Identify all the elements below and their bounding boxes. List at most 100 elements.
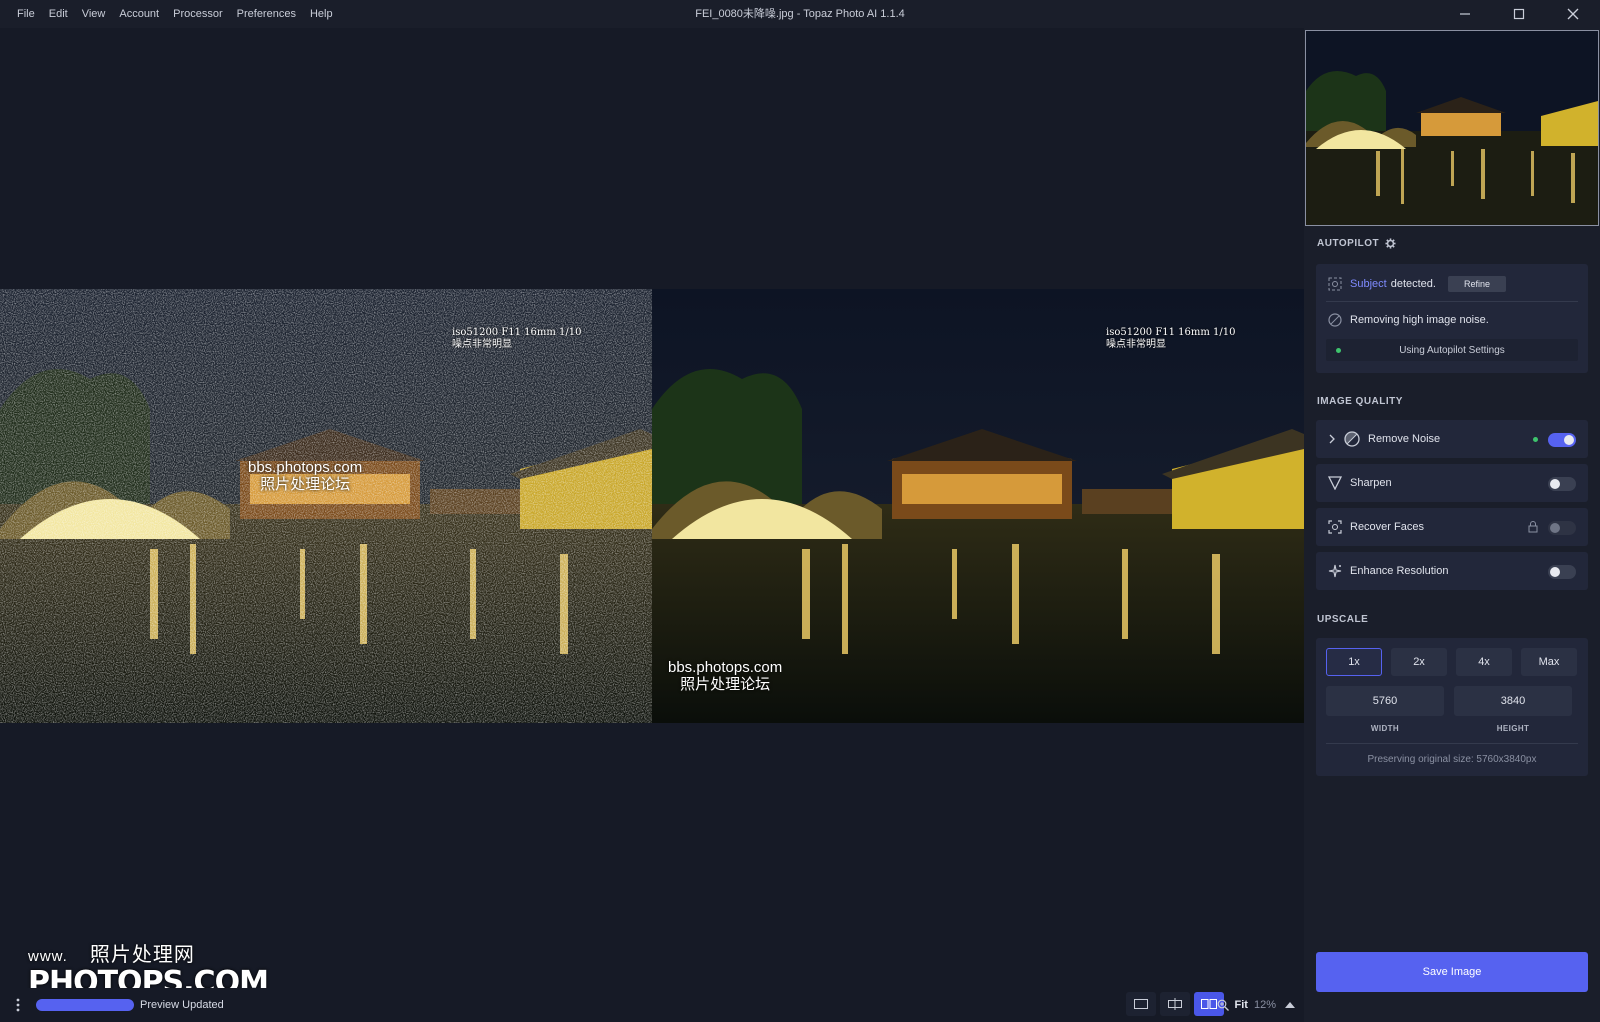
expand-button[interactable] [1280, 992, 1300, 1018]
enhance-resolution-row[interactable]: Enhance Resolution [1316, 552, 1588, 590]
preserve-size-note: Preserving original size: 5760x3840px [1367, 754, 1537, 765]
menu-edit[interactable]: Edit [42, 8, 75, 20]
maximize-button[interactable] [1492, 0, 1546, 28]
more-icon [16, 998, 20, 1012]
close-icon [1567, 8, 1579, 20]
autopilot-settings-indicator[interactable]: Using Autopilot Settings [1326, 339, 1578, 361]
brand-cn: 照片处理网 [89, 944, 195, 966]
menu-help[interactable]: Help [303, 8, 340, 20]
chevron-right-icon[interactable] [1328, 434, 1336, 444]
lock-icon [1528, 521, 1538, 533]
noise-status-row: Removing high image noise. [1328, 310, 1489, 330]
autopilot-settings-label: Using Autopilot Settings [1399, 344, 1505, 356]
scale-options: 1x 2x 4x Max [1326, 648, 1577, 676]
side-by-side-icon [1201, 999, 1217, 1009]
subject-link[interactable]: Subject [1350, 278, 1387, 290]
zoom-fit-label: Fit [1234, 999, 1248, 1011]
noise-status-text: Removing high image noise. [1350, 314, 1489, 326]
close-button[interactable] [1546, 0, 1600, 28]
upscale-title: UPSCALE [1317, 614, 1369, 625]
watermark-url: bbs.photops.com [248, 459, 363, 476]
menu-file[interactable]: File [10, 8, 42, 20]
preview-status: Preview Updated [140, 999, 224, 1011]
navigator-thumbnail[interactable] [1305, 30, 1599, 226]
brand-prefix: www. [28, 948, 68, 965]
exif-line-2: 噪点非常明显 [1106, 339, 1166, 350]
watermark-right: bbs.photops.com 照片处理论坛 [668, 659, 782, 693]
zoom-percent: 12% [1253, 999, 1276, 1011]
autopilot-card: Subject detected. Refine Removing high i… [1316, 264, 1588, 373]
original-photo [0, 289, 652, 723]
title-bar: File Edit View Account Processor Prefere… [0, 0, 1600, 28]
autopilot-title: AUTOPILOT [1317, 238, 1380, 249]
exif-line-1: iso51200 F11 16mm 1/10 [452, 327, 582, 338]
exif-overlay-right: iso51200 F11 16mm 1/10 噪点非常明显 [1106, 327, 1236, 351]
minimize-button[interactable] [1438, 0, 1492, 28]
maximize-icon [1513, 8, 1525, 20]
scale-max-button[interactable]: Max [1521, 648, 1577, 676]
scale-1x-button[interactable]: 1x [1326, 648, 1382, 676]
status-dot [1336, 348, 1341, 353]
processed-photo [652, 289, 1304, 723]
menu-preferences[interactable]: Preferences [230, 8, 303, 20]
upscale-card: 1x 2x 4x Max 5760 3840 WIDTH HEIGHT Pres… [1316, 638, 1588, 776]
active-dot [1533, 437, 1538, 442]
sharpen-icon [1328, 476, 1342, 490]
preview-canvas[interactable]: iso51200 F11 16mm 1/10 噪点非常明显 bbs.photop… [0, 28, 1304, 982]
refine-button[interactable]: Refine [1447, 276, 1506, 292]
window-controls [1438, 0, 1600, 28]
width-label: WIDTH [1370, 724, 1400, 733]
watermark-url: bbs.photops.com [668, 659, 783, 676]
enhance-icon [1328, 564, 1342, 578]
sharpen-label: Sharpen [1350, 477, 1392, 489]
thumbnail-photo [1306, 31, 1598, 225]
menu-account[interactable]: Account [112, 8, 166, 20]
minimize-icon [1460, 13, 1470, 15]
remove-noise-toggle[interactable] [1548, 433, 1576, 447]
scale-2x-button[interactable]: 2x [1391, 648, 1447, 676]
settings-panel: AUTOPILOT Subject detected. Refine Remov… [1304, 28, 1600, 1022]
noise-icon [1328, 313, 1342, 327]
height-field[interactable]: 3840 [1454, 686, 1572, 716]
zoom-control[interactable]: Fit 12% [1217, 992, 1276, 1018]
sharpen-row[interactable]: Sharpen [1316, 464, 1588, 502]
menu-bar: File Edit View Account Processor Prefere… [0, 8, 340, 20]
processed-image-preview[interactable]: iso51200 F11 16mm 1/10 噪点非常明显 bbs.photop… [652, 289, 1304, 723]
watermark-cn: 照片处理论坛 [680, 676, 771, 693]
width-field[interactable]: 5760 [1326, 686, 1444, 716]
split-view-icon [1168, 998, 1182, 1010]
autopilot-heading: AUTOPILOT [1317, 238, 1396, 249]
height-label: HEIGHT [1496, 724, 1530, 733]
single-view-button[interactable] [1126, 992, 1156, 1016]
remove-noise-label: Remove Noise [1368, 433, 1441, 445]
remove-noise-row[interactable]: Remove Noise [1316, 420, 1588, 458]
menu-view[interactable]: View [75, 8, 113, 20]
scale-4x-button[interactable]: 4x [1456, 648, 1512, 676]
sharpen-toggle[interactable] [1548, 477, 1576, 491]
menu-processor[interactable]: Processor [166, 8, 230, 20]
save-image-button[interactable]: Save Image [1316, 952, 1588, 992]
exif-overlay-left: iso51200 F11 16mm 1/10 噪点非常明显 [452, 327, 582, 351]
divider [1326, 743, 1578, 744]
split-view-button[interactable] [1160, 992, 1190, 1016]
original-image-preview[interactable]: iso51200 F11 16mm 1/10 噪点非常明显 bbs.photop… [0, 289, 652, 723]
zoom-icon [1217, 999, 1229, 1011]
noise-icon [1344, 431, 1360, 447]
enhance-resolution-toggle[interactable] [1548, 565, 1576, 579]
subject-detected-text: detected. [1390, 278, 1436, 290]
image-quality-title: IMAGE QUALITY [1317, 396, 1403, 407]
recover-faces-toggle[interactable] [1548, 521, 1576, 535]
exif-line-2: 噪点非常明显 [452, 339, 512, 350]
recover-faces-row[interactable]: Recover Faces [1316, 508, 1588, 546]
more-button[interactable] [0, 988, 36, 1022]
status-bar: Preview Updated Fit 12% [0, 988, 1304, 1022]
subject-icon [1328, 277, 1342, 291]
subject-row: Subject detected. Refine [1328, 274, 1506, 294]
face-icon [1328, 520, 1342, 534]
gear-icon[interactable] [1385, 238, 1396, 249]
enhance-resolution-label: Enhance Resolution [1350, 565, 1449, 577]
recover-faces-label: Recover Faces [1350, 521, 1424, 533]
single-view-icon [1134, 999, 1148, 1009]
preview-progress-bar [36, 999, 134, 1011]
divider [1326, 301, 1578, 302]
